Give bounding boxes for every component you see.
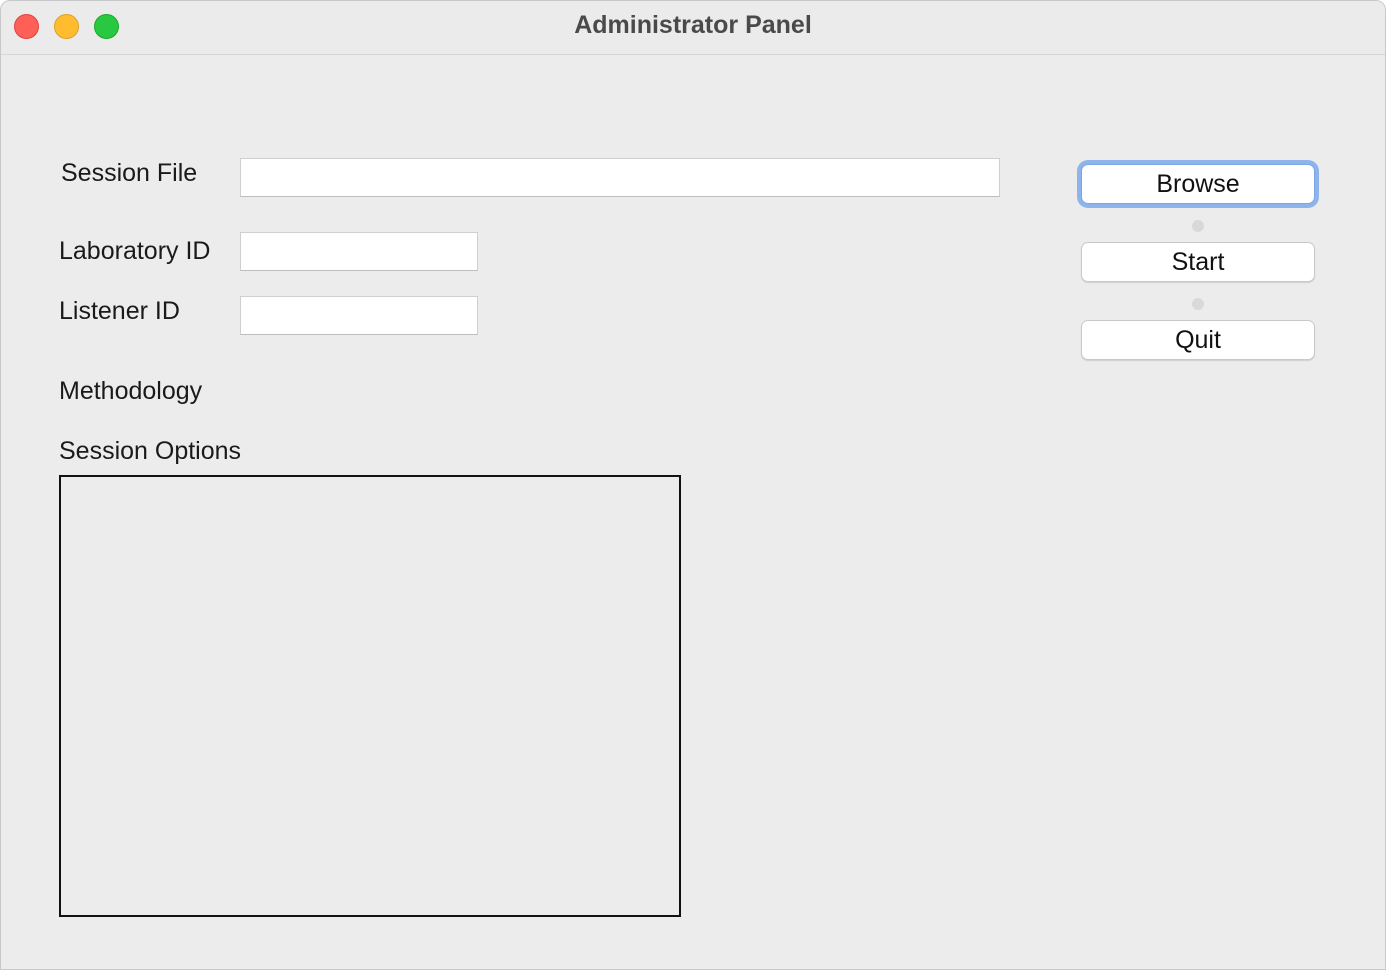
start-button[interactable]: Start bbox=[1081, 242, 1315, 282]
browse-button[interactable]: Browse bbox=[1081, 164, 1315, 204]
session-options-label: Session Options bbox=[59, 437, 242, 465]
separator-dot bbox=[1192, 220, 1204, 232]
separator-dot bbox=[1192, 298, 1204, 310]
title-bar: Administrator Panel bbox=[1, 1, 1385, 55]
quit-button[interactable]: Quit bbox=[1081, 320, 1315, 360]
session-options-box bbox=[59, 475, 681, 917]
laboratory-id-label: Laboratory ID bbox=[59, 237, 211, 265]
session-file-label: Session File bbox=[61, 159, 198, 187]
administrator-panel-window: Administrator Panel Session File Laborat… bbox=[0, 0, 1386, 970]
listener-id-input[interactable] bbox=[240, 296, 478, 335]
methodology-label: Methodology bbox=[59, 377, 203, 405]
window-title: Administrator Panel bbox=[574, 11, 812, 39]
laboratory-id-input[interactable] bbox=[240, 232, 478, 271]
session-file-input[interactable] bbox=[240, 158, 1000, 197]
listener-id-label: Listener ID bbox=[59, 297, 180, 325]
